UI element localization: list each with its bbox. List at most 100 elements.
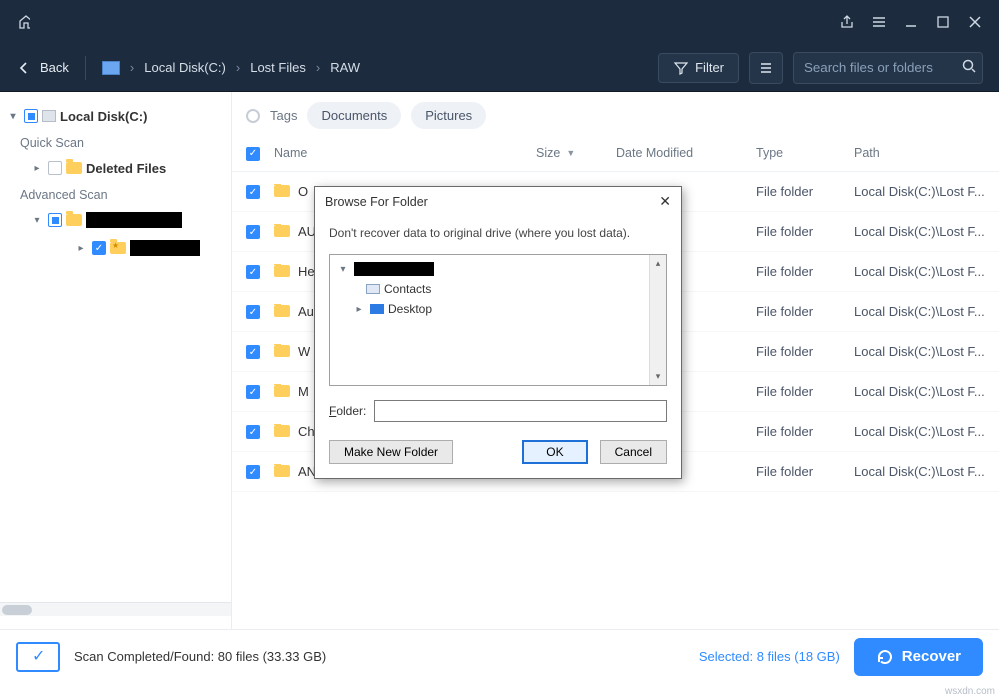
scan-status-text: Scan Completed/Found: 80 files (33.33 GB… (74, 649, 326, 664)
filter-button[interactable]: Filter (658, 53, 739, 83)
close-icon (967, 14, 983, 30)
filter-label: Filter (695, 60, 724, 75)
maximize-icon (935, 14, 951, 30)
make-new-folder-button[interactable]: Make New Folder (329, 440, 453, 464)
row-checkbox[interactable]: ✓ (246, 425, 260, 439)
close-button[interactable] (959, 6, 991, 38)
maximize-button[interactable] (927, 6, 959, 38)
crumb-1[interactable]: Lost Files (250, 60, 306, 75)
folder-icon (66, 214, 82, 226)
minimize-button[interactable] (895, 6, 927, 38)
row-path: Local Disk(C:)\Lost F... (854, 344, 985, 359)
chevron-down-icon[interactable]: ▾ (336, 264, 350, 275)
tree-root[interactable]: ▾ Local Disk(C:) (0, 102, 231, 130)
folder-path-input[interactable] (374, 400, 667, 422)
home-icon (18, 14, 30, 30)
cancel-button[interactable]: Cancel (600, 440, 667, 464)
tree-advanced-1[interactable]: ▾ (0, 206, 231, 234)
search-button[interactable] (961, 58, 977, 77)
disk-icon (102, 61, 120, 75)
tags-label: Tags (270, 108, 297, 123)
recover-label: Recover (902, 648, 961, 665)
selected-text: Selected: 8 files (18 GB) (699, 649, 840, 664)
chevron-right-icon[interactable]: ▸ (30, 163, 44, 174)
row-checkbox[interactable]: ✓ (246, 345, 260, 359)
tag-pictures[interactable]: Pictures (411, 102, 486, 129)
home-button[interactable] (8, 6, 40, 38)
col-name[interactable]: Name (274, 146, 536, 160)
back-button[interactable]: Back (16, 60, 69, 76)
list-icon (758, 60, 774, 76)
node-label: Contacts (384, 282, 431, 296)
row-type: File folder (756, 424, 854, 439)
search-input[interactable] (793, 52, 983, 84)
chevron-right-icon[interactable]: ▸ (352, 304, 366, 315)
chevron-right-icon[interactable]: ▸ (74, 243, 88, 254)
select-all-checkbox[interactable]: ✓ (246, 147, 260, 161)
browse-folder-dialog: Browse For Folder ✕ Don't recover data t… (314, 186, 682, 479)
row-checkbox[interactable]: ✓ (246, 305, 260, 319)
tree-deleted-files[interactable]: ▸ Deleted Files (0, 154, 231, 182)
ok-button[interactable]: OK (522, 440, 587, 464)
advanced-scan-section: Advanced Scan (0, 182, 231, 206)
folder-icon (274, 385, 290, 397)
col-type[interactable]: Type (756, 146, 854, 160)
tree-scrollbar[interactable]: ▴▾ (649, 255, 666, 385)
col-size[interactable]: Size▼ (536, 146, 616, 160)
sidebar-scrollbar[interactable] (0, 602, 231, 616)
row-type: File folder (756, 344, 854, 359)
sidebar: ▾ Local Disk(C:) Quick Scan ▸ Deleted Fi… (0, 92, 232, 629)
dialog-close-button[interactable]: ✕ (659, 193, 671, 210)
toolbar: Back ›Local Disk(C:) ›Lost Files ›RAW Fi… (0, 44, 999, 92)
row-type: File folder (756, 264, 854, 279)
row-path: Local Disk(C:)\Lost F... (854, 304, 985, 319)
row-type: File folder (756, 224, 854, 239)
row-path: Local Disk(C:)\Lost F... (854, 384, 985, 399)
row-checkbox[interactable]: ✓ (246, 185, 260, 199)
crumb-0[interactable]: Local Disk(C:) (144, 60, 226, 75)
row-path: Local Disk(C:)\Lost F... (854, 224, 985, 239)
refresh-icon (876, 648, 894, 666)
crumb-2[interactable]: RAW (330, 60, 360, 75)
checkbox[interactable] (48, 213, 62, 227)
checkbox[interactable]: ✓ (92, 241, 106, 255)
folder-icon (274, 425, 290, 437)
tag-documents[interactable]: Documents (307, 102, 401, 129)
row-type: File folder (756, 184, 854, 199)
chevron-down-icon[interactable]: ▾ (30, 215, 44, 226)
row-path: Local Disk(C:)\Lost F... (854, 264, 985, 279)
row-name: Au (298, 304, 314, 319)
col-path[interactable]: Path (854, 146, 985, 160)
window-titlebar (0, 0, 999, 44)
folder-tree[interactable]: ▾ Contacts ▸ Desktop ▴▾ (329, 254, 667, 386)
row-checkbox[interactable]: ✓ (246, 265, 260, 279)
back-label: Back (40, 60, 69, 75)
separator (85, 56, 86, 80)
col-date[interactable]: Date Modified (616, 146, 756, 160)
tree-root-label: Local Disk(C:) (60, 109, 147, 124)
checkbox[interactable] (24, 109, 38, 123)
share-button[interactable] (831, 6, 863, 38)
row-checkbox[interactable]: ✓ (246, 225, 260, 239)
row-path: Local Disk(C:)\Lost F... (854, 464, 985, 479)
row-path: Local Disk(C:)\Lost F... (854, 424, 985, 439)
breadcrumb[interactable]: ›Local Disk(C:) ›Lost Files ›RAW (130, 60, 360, 75)
folder-icon (274, 465, 290, 477)
share-icon (839, 14, 855, 30)
menu-button[interactable] (863, 6, 895, 38)
row-type: File folder (756, 304, 854, 319)
folder-icon (274, 225, 290, 237)
folder-node-desktop[interactable]: ▸ Desktop (332, 299, 664, 319)
row-checkbox[interactable]: ✓ (246, 465, 260, 479)
checkbox[interactable] (48, 161, 62, 175)
search-icon (961, 58, 977, 74)
redacted-label (86, 212, 182, 228)
hamburger-icon (871, 14, 887, 30)
viewmode-list-button[interactable] (749, 52, 783, 84)
watermark: wsxdn.com (945, 686, 995, 697)
row-checkbox[interactable]: ✓ (246, 385, 260, 399)
recover-button[interactable]: Recover (854, 638, 983, 676)
tree-advanced-2[interactable]: ▸ ✓ (0, 234, 231, 262)
folder-node-contacts[interactable]: Contacts (332, 279, 664, 299)
chevron-down-icon[interactable]: ▾ (6, 111, 20, 122)
